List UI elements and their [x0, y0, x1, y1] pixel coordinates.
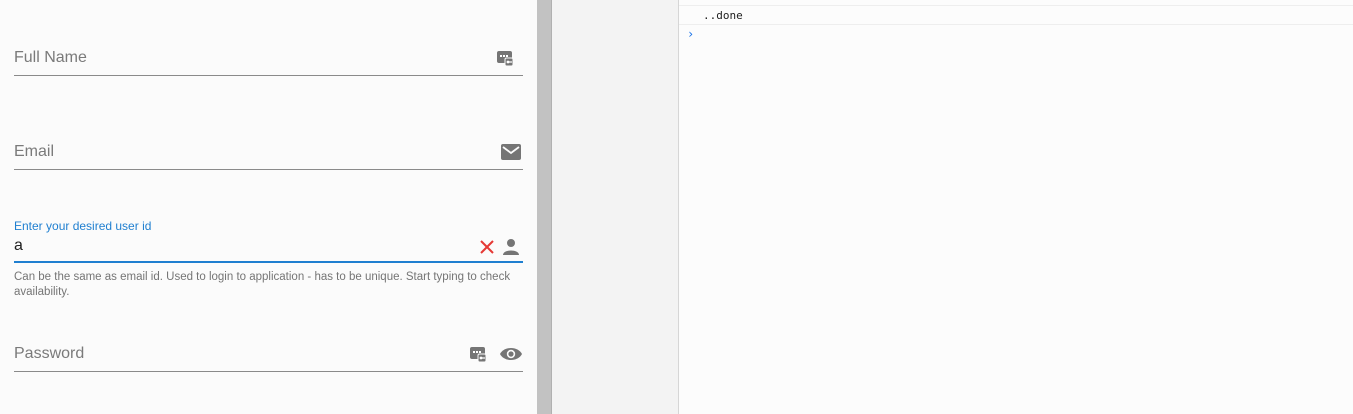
password-underline: [14, 371, 523, 372]
full-name-underline: [14, 75, 523, 76]
pane-splitter[interactable]: [537, 0, 552, 414]
console-message: ..done: [679, 5, 1353, 25]
registration-form: Full Name Email Enter your desired user …: [0, 0, 537, 414]
eye-icon[interactable]: [499, 345, 523, 363]
user-id-input[interactable]: a: [14, 237, 23, 255]
console-prompt-icon[interactable]: ›: [687, 27, 694, 41]
user-id-hint: Can be the same as email id. Used to log…: [14, 271, 511, 298]
mail-icon: [501, 144, 521, 160]
console-message-text: ..done: [703, 9, 743, 22]
id-card-icon: [497, 51, 514, 67]
close-icon[interactable]: [479, 239, 495, 255]
full-name-placeholder: Full Name: [14, 49, 87, 66]
user-id-underline: [14, 261, 523, 263]
console-panel: ..done ›: [679, 0, 1353, 414]
devtools-sidebar: [552, 0, 679, 414]
user-id-label: Enter your desired user id: [14, 219, 152, 233]
email-field[interactable]: Email: [14, 140, 523, 170]
password-field[interactable]: Password: [14, 342, 523, 372]
full-name-field[interactable]: Full Name: [14, 46, 523, 76]
password-placeholder: Password: [14, 345, 85, 362]
email-underline: [14, 169, 523, 170]
id-card-icon: [470, 347, 487, 363]
person-icon: [503, 239, 519, 255]
email-placeholder: Email: [14, 143, 55, 160]
user-id-field[interactable]: Enter your desired user id a: [14, 219, 523, 264]
